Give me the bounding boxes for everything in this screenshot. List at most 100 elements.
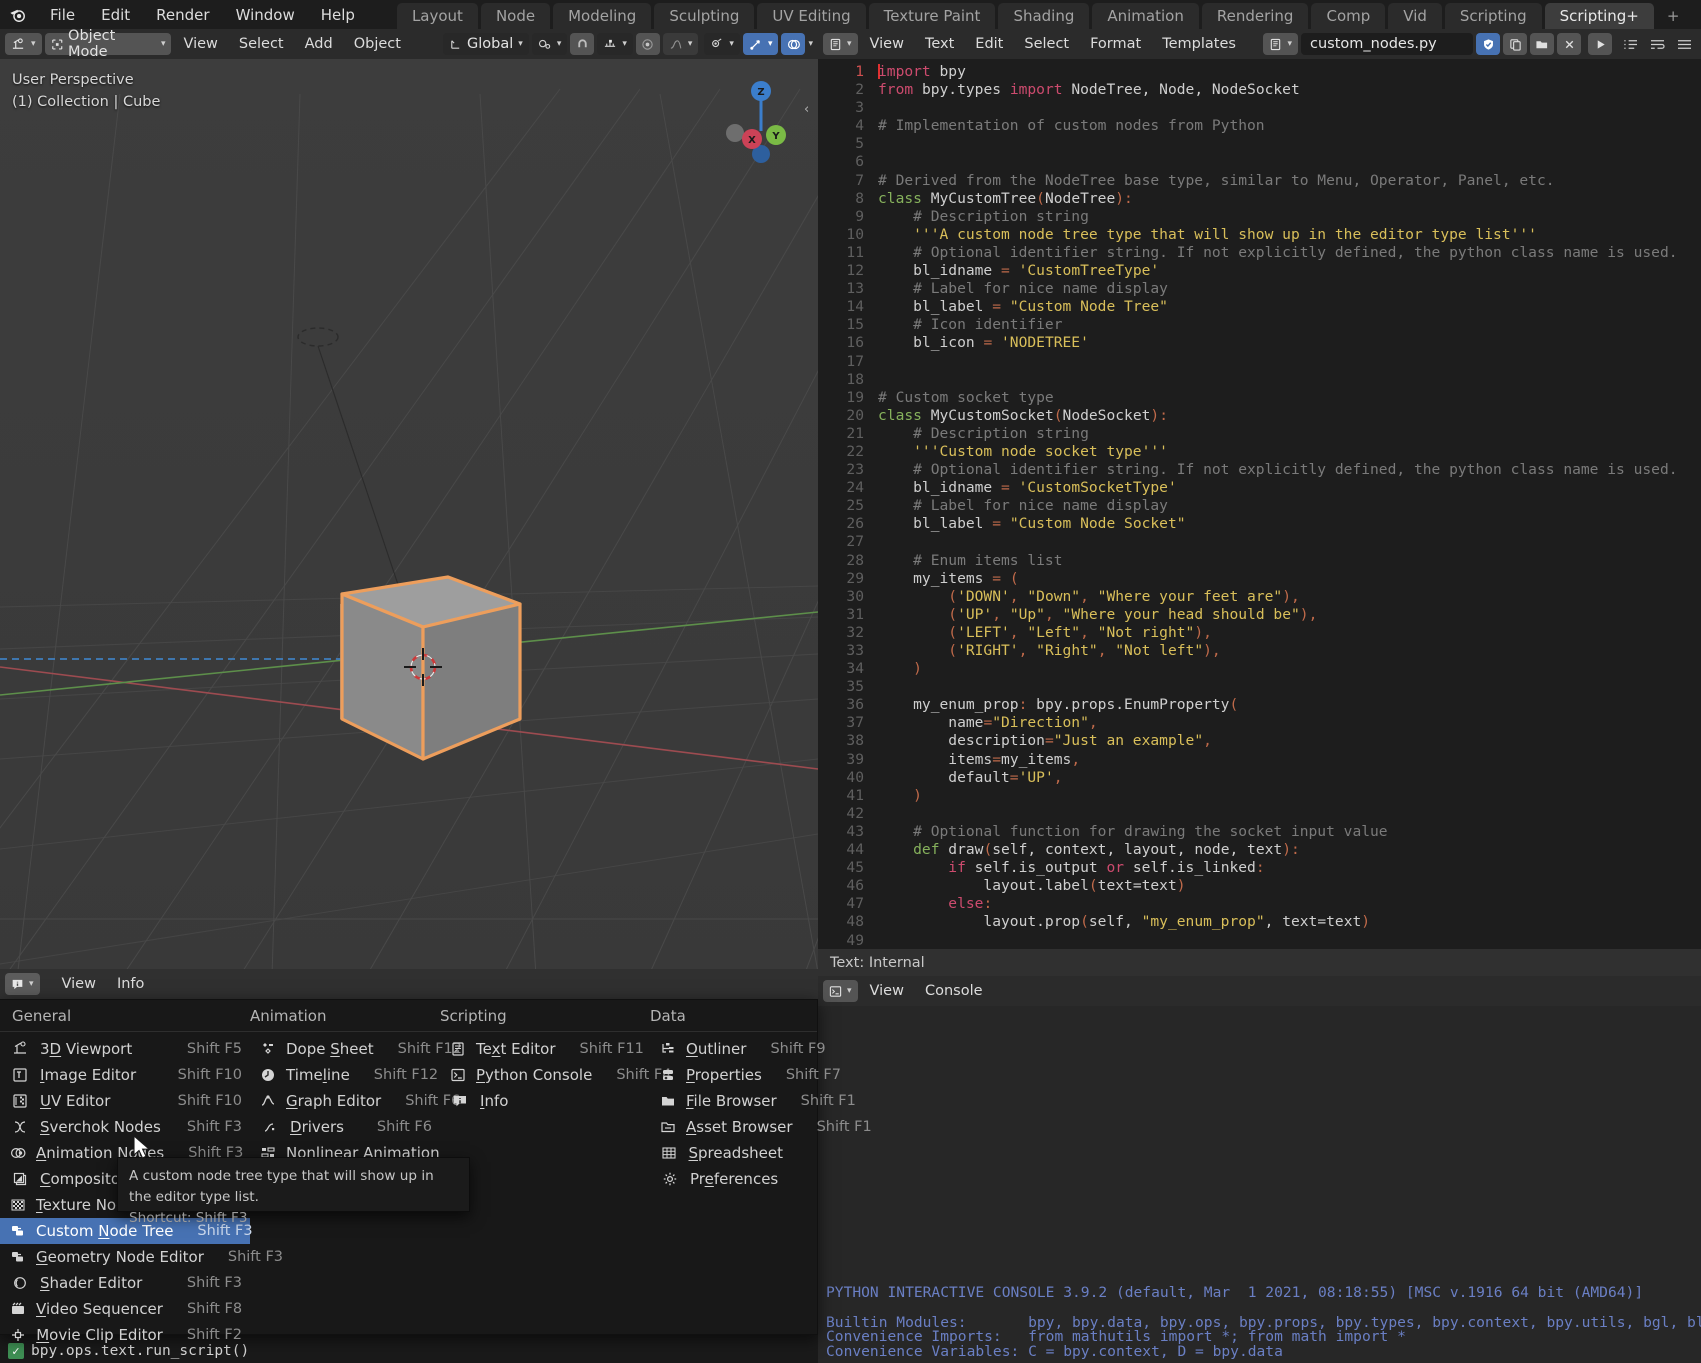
text-datablock-selector[interactable]: ▾ — [1263, 33, 1298, 55]
tooltip-custom-node-tree: A custom node tree type that will show u… — [117, 1157, 470, 1226]
visibility-selector[interactable]: ▾ — [704, 33, 740, 55]
editor-type-item-movie-clip-editor[interactable]: Movie Clip Editor Shift F2 — [0, 1322, 250, 1348]
menu-edit[interactable]: Edit — [89, 3, 142, 27]
editor-type-item-python-console[interactable]: Python Console Shift F4 — [440, 1062, 671, 1088]
editor-type-item-sverchok-nodes[interactable]: Sverchok Nodes Shift F3 — [0, 1114, 250, 1140]
register-script-toggle[interactable] — [1476, 33, 1500, 55]
new-text-button[interactable] — [1503, 33, 1527, 55]
editor-type-item-label: Outliner — [686, 1040, 747, 1058]
editor-type-item-timeline[interactable]: Timeline Shift F12 — [250, 1062, 440, 1088]
editor-type-item-video-sequencer[interactable]: Video Sequencer Shift F8 — [0, 1296, 250, 1322]
toggle-syntax-highlight[interactable] — [1672, 33, 1696, 55]
svg-text:X: X — [748, 135, 756, 146]
toggle-word-wrap[interactable] — [1645, 33, 1669, 55]
workspace-tab-texture-paint[interactable]: Texture Paint — [868, 3, 996, 29]
editor-type-item-image-editor[interactable]: Image Editor Shift F10 — [0, 1062, 250, 1088]
editor-type-item-graph-editor[interactable]: Graph Editor Shift F6 — [250, 1088, 460, 1114]
workspace-tab-scripting-plus[interactable]: Scripting+ — [1544, 3, 1654, 29]
workspace-tab-uv-editing[interactable]: UV Editing — [757, 3, 866, 29]
info-menu-view[interactable]: View — [53, 973, 105, 995]
editor-type-item-drivers[interactable]: Drivers Shift F6 — [250, 1114, 440, 1140]
open-text-button[interactable] — [1530, 33, 1554, 55]
text-editor-footer: Text: Internal — [818, 949, 1701, 976]
editor-type-selector-info[interactable]: ▾ — [5, 973, 40, 995]
console-output-area[interactable]: PYTHON INTERACTIVE CONSOLE 3.9.2 (defaul… — [818, 1006, 1701, 1363]
viewport-menu-select[interactable]: Select — [230, 33, 293, 55]
transform-orientation-selector[interactable]: Global ▾ — [443, 33, 529, 55]
menu-render[interactable]: Render — [144, 3, 221, 27]
viewport-menu-object[interactable]: Object — [345, 33, 410, 55]
editor-type-item-uv-editor[interactable]: UV Editor Shift F10 — [0, 1088, 250, 1114]
menu-help[interactable]: Help — [309, 3, 367, 27]
workspace-tab-node[interactable]: Node — [480, 3, 551, 29]
navigation-gizmo[interactable]: Z X Y — [716, 69, 806, 174]
editor-type-selector-viewport[interactable]: ▾ — [5, 33, 42, 55]
editor-type-item-info[interactable]: Info — [440, 1088, 650, 1114]
editor-type-item-label: Image Editor — [40, 1066, 137, 1084]
add-workspace-button[interactable]: + — [1657, 3, 1690, 29]
workspace-tab-rendering[interactable]: Rendering — [1201, 3, 1309, 29]
menu-file[interactable]: File — [38, 3, 87, 27]
text-menu-select[interactable]: Select — [1015, 33, 1078, 55]
editor-type-item-file-browser[interactable]: File Browser Shift F1 — [650, 1088, 856, 1114]
workspace-tab-comp[interactable]: Comp — [1311, 3, 1386, 29]
text-menu-templates[interactable]: Templates — [1153, 33, 1245, 55]
editor-type-item-label: Graph Editor — [286, 1092, 382, 1110]
sidebar-toggle-icon[interactable]: ‹ — [804, 102, 809, 117]
pivot-point-selector[interactable]: ▾ — [531, 33, 568, 55]
text-menu-text[interactable]: Text — [916, 33, 963, 55]
editor-type-item-properties[interactable]: Properties Shift F7 — [650, 1062, 841, 1088]
info-menu-info[interactable]: Info — [108, 973, 153, 995]
blender-logo-icon[interactable] — [0, 0, 34, 29]
text-filename-field[interactable]: custom_nodes.py — [1300, 33, 1473, 55]
viewport-menu-add[interactable]: Add — [296, 33, 342, 55]
workspace-tab-layout[interactable]: Layout — [396, 3, 478, 29]
editor-type-item-dope-sheet[interactable]: Dope Sheet Shift F12 — [250, 1036, 462, 1062]
editor-type-item-shader-editor[interactable]: Shader Editor Shift F3 — [0, 1270, 250, 1296]
unlink-text-button[interactable] — [1557, 33, 1581, 55]
overlays-toggle[interactable] — [781, 33, 806, 55]
chevron-down-icon: ▾ — [29, 979, 34, 989]
viewport-3d[interactable]: User Perspective (1) Collection | Cube Z… — [0, 29, 818, 969]
object-mode-selector[interactable]: Object Mode ▾ — [44, 28, 172, 60]
toggle-line-numbers[interactable] — [1618, 33, 1642, 55]
proportional-edit-toggle[interactable] — [635, 33, 660, 55]
console-menu-console[interactable]: Console — [916, 980, 992, 1002]
falloff-selector[interactable]: ▾ — [662, 33, 699, 55]
console-menu-view[interactable]: View — [861, 980, 913, 1002]
compositor-icon — [10, 1170, 30, 1188]
editor-type-item-outliner[interactable]: Outliner Shift F9 — [650, 1036, 826, 1062]
text-menu-edit[interactable]: Edit — [966, 33, 1012, 55]
gizmo-toggle[interactable]: ▾ — [742, 33, 779, 55]
editor-type-item-label: Preferences — [690, 1170, 779, 1188]
editor-type-item-asset-browser[interactable]: Asset Browser Shift F1 — [650, 1114, 872, 1140]
text-menu-format[interactable]: Format — [1081, 33, 1150, 55]
workspace-tab-scripting[interactable]: Scripting — [1444, 3, 1542, 29]
code-text-area[interactable]: 1 import bpy 2 from bpy.types import NodeT… — [818, 59, 1701, 949]
editor-type-item-text-editor[interactable]: Text Editor Shift F11 — [440, 1036, 650, 1062]
editor-type-selector-text[interactable]: ▾ — [823, 33, 858, 55]
code-content[interactable]: 1 import bpy 2 from bpy.types import NodeT… — [818, 59, 1701, 949]
workspace-tab-sculpting[interactable]: Sculpting — [654, 3, 755, 29]
snap-target-selector[interactable]: ▾ — [597, 33, 633, 55]
menu-window[interactable]: Window — [224, 3, 307, 27]
snap-toggle-button[interactable] — [570, 33, 595, 55]
text-menu-view[interactable]: View — [861, 33, 913, 55]
gizmo-icon — [750, 39, 760, 50]
chevron-down-icon: ▾ — [160, 39, 166, 49]
play-run-script-icon — [1597, 39, 1605, 49]
editor-type-item-preferences[interactable]: Preferences — [650, 1166, 815, 1192]
workspace-tab-animation[interactable]: Animation — [1092, 3, 1199, 29]
editor-type-item-geometry-node-editor[interactable]: Geometry Node Editor Shift F3 — [0, 1244, 283, 1270]
editor-type-item-spreadsheet[interactable]: Spreadsheet — [650, 1140, 815, 1166]
viewport-canvas[interactable] — [0, 59, 818, 969]
word-wrap-icon — [1650, 39, 1665, 49]
editor-type-item-3d-viewport[interactable]: 3D Viewport Shift F5 — [0, 1036, 250, 1062]
run-script-button[interactable] — [1588, 33, 1612, 55]
workspace-tab-modeling[interactable]: Modeling — [553, 3, 652, 29]
workspace-tab-shading[interactable]: Shading — [998, 3, 1090, 29]
chevron-down-icon[interactable]: ▾ — [808, 39, 813, 49]
workspace-tab-vid[interactable]: Vid — [1388, 3, 1442, 29]
viewport-menu-view[interactable]: View — [174, 33, 226, 55]
editor-type-selector-console[interactable]: ▾ — [823, 980, 858, 1002]
